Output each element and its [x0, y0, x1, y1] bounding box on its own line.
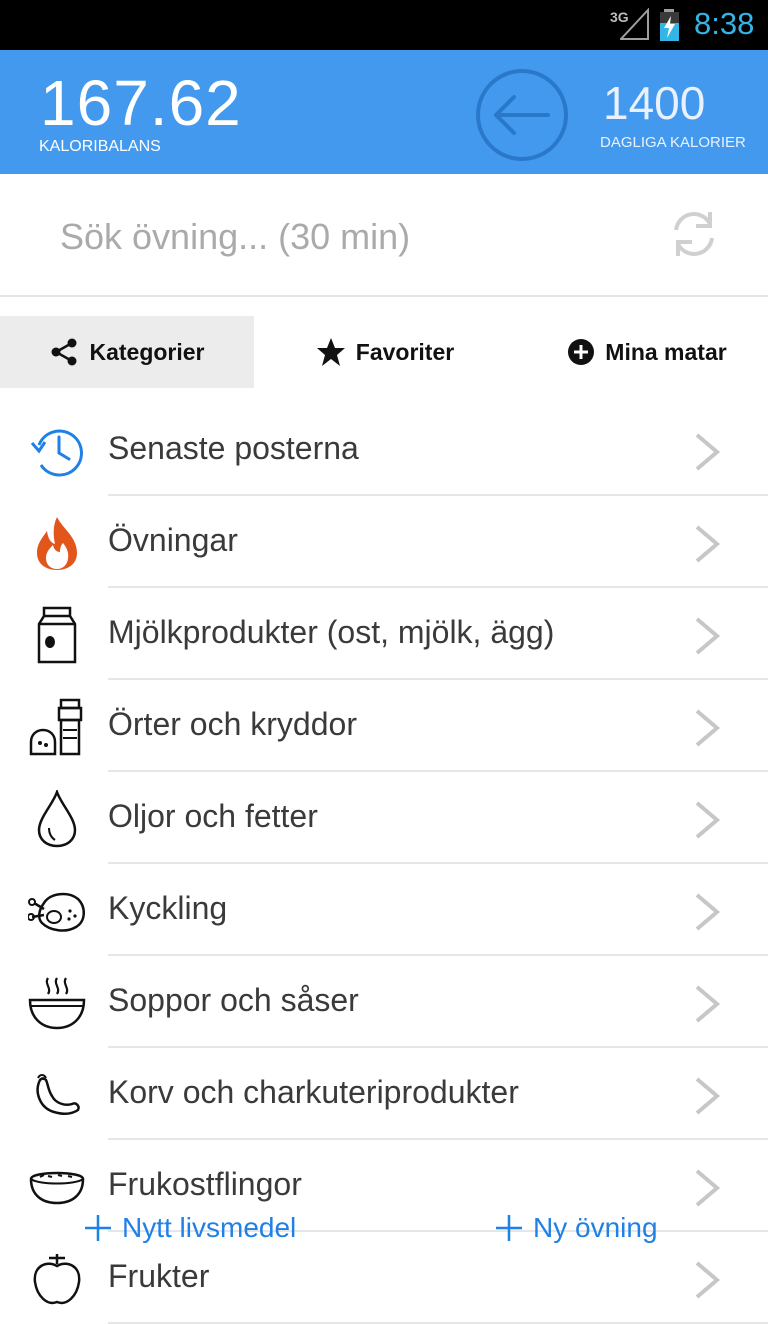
- star-icon: [316, 337, 346, 367]
- cereal-bowl-icon: [28, 1158, 86, 1216]
- tab-favorites[interactable]: Favoriter: [254, 316, 516, 388]
- category-tabs: Kategorier Favoriter Mina matar: [0, 316, 768, 388]
- list-item[interactable]: Senaste posterna: [0, 404, 768, 496]
- clock: 8:38: [694, 6, 755, 41]
- list-item[interactable]: Mjölkprodukter (ost, mjölk, ägg): [0, 588, 768, 680]
- search-input[interactable]: [60, 212, 620, 262]
- chevron-right-icon: [695, 1169, 721, 1207]
- tab-categories[interactable]: Kategorier: [0, 316, 254, 388]
- calorie-balance-value: 167.62: [40, 67, 242, 139]
- chevron-right-icon: [695, 1261, 721, 1299]
- chevron-right-icon: [695, 617, 721, 655]
- list-item-label: Oljor och fetter: [108, 798, 318, 834]
- new-exercise-button[interactable]: Ny övning: [495, 1212, 658, 1244]
- plus-circle-icon: [567, 338, 595, 366]
- chevron-right-icon: [695, 433, 721, 471]
- roast-chicken-icon: [28, 882, 86, 940]
- signal-icon: [620, 8, 649, 40]
- spice-shaker-icon: [28, 698, 86, 756]
- bottom-actions: Nytt livsmedel Ny övning: [0, 1212, 768, 1262]
- new-food-button[interactable]: Nytt livsmedel: [84, 1212, 296, 1244]
- refresh-icon[interactable]: [666, 204, 722, 264]
- tab-label: Mina matar: [605, 338, 727, 365]
- status-bar: 3G 8:38: [0, 0, 768, 50]
- list-item-label: Soppor och såser: [108, 982, 359, 1018]
- soup-bowl-icon: [28, 974, 86, 1032]
- list-item-label: Senaste posterna: [108, 430, 359, 466]
- chevron-right-icon: [695, 525, 721, 563]
- chevron-right-icon: [695, 801, 721, 839]
- search-bar: [0, 174, 768, 297]
- tab-label: Favoriter: [355, 338, 455, 365]
- new-food-label: Nytt livsmedel: [122, 1212, 297, 1243]
- back-arrow-button[interactable]: [474, 67, 570, 163]
- list-item-label: Frukostflingor: [108, 1166, 302, 1202]
- daily-calories-label: DAGLIGA KALORIER: [600, 134, 746, 151]
- daily-calories-value: 1400: [603, 77, 706, 129]
- oil-drop-icon: [28, 790, 86, 848]
- calorie-balance-label: KALORIBALANS: [39, 138, 161, 155]
- list-item[interactable]: Oljor och fetter: [0, 772, 768, 864]
- tab-my-foods[interactable]: Mina matar: [516, 316, 768, 388]
- battery-charging-icon: [660, 9, 679, 41]
- list-item-label: Örter och kryddor: [108, 706, 357, 742]
- tab-label: Kategorier: [89, 338, 205, 365]
- chevron-right-icon: [695, 709, 721, 747]
- plus-icon: [496, 1215, 522, 1241]
- list-item[interactable]: Korv och charkuteriprodukter: [0, 1048, 768, 1140]
- sausage-icon: [28, 1066, 86, 1124]
- plus-icon: [85, 1215, 111, 1241]
- milk-carton-icon: [28, 606, 86, 664]
- list-item[interactable]: Soppor och såser: [0, 956, 768, 1048]
- chevron-right-icon: [695, 1077, 721, 1115]
- list-item[interactable]: Kyckling: [0, 864, 768, 956]
- list-item[interactable]: Örter och kryddor: [0, 680, 768, 772]
- chevron-right-icon: [695, 985, 721, 1023]
- category-list: Senaste posterna Övningar Mjölkprodukter…: [0, 404, 768, 1324]
- calorie-header: 167.62 KALORIBALANS 1400 DAGLIGA KALORIE…: [0, 50, 768, 174]
- new-exercise-label: Ny övning: [533, 1212, 658, 1243]
- chevron-right-icon: [695, 893, 721, 931]
- share-icon: [49, 337, 79, 367]
- list-item-label: Frukter: [108, 1258, 210, 1294]
- list-item-label: Korv och charkuteriprodukter: [108, 1074, 519, 1110]
- list-item-label: Övningar: [108, 522, 238, 558]
- flame-icon: [28, 514, 86, 572]
- list-item-label: Mjölkprodukter (ost, mjölk, ägg): [108, 614, 555, 650]
- list-item-label: Kyckling: [108, 890, 228, 926]
- list-item[interactable]: Övningar: [0, 496, 768, 588]
- history-clock-icon: [28, 422, 86, 480]
